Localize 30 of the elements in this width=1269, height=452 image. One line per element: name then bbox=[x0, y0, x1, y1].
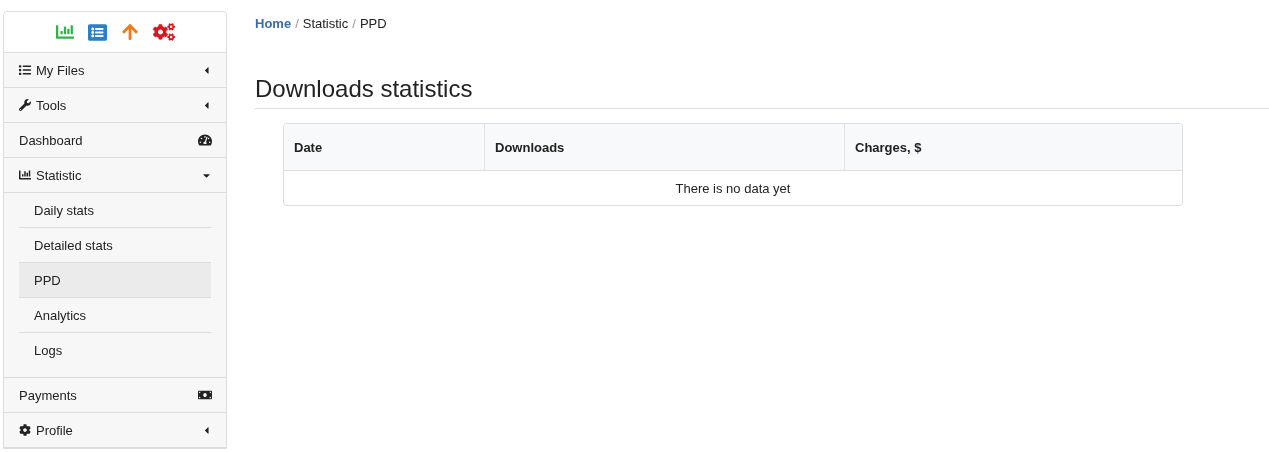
list-icon[interactable] bbox=[87, 22, 107, 42]
gauge-icon bbox=[198, 133, 212, 147]
breadcrumb-item: PPD bbox=[359, 16, 387, 31]
sidebar-item[interactable]: Dashboard bbox=[4, 123, 226, 158]
submenu-item[interactable]: Analytics bbox=[19, 297, 211, 332]
submenu-item[interactable]: Logs bbox=[19, 332, 211, 367]
column-header: Downloads bbox=[484, 124, 844, 170]
column-header: Charges, $ bbox=[844, 124, 1182, 170]
breadcrumb-link[interactable]: Home bbox=[255, 16, 292, 31]
breadcrumb-separator: / bbox=[295, 16, 299, 31]
page-title: Downloads statistics bbox=[255, 75, 1269, 109]
banknote-icon bbox=[198, 388, 212, 402]
bar-chart-icon[interactable] bbox=[55, 23, 74, 41]
breadcrumb-separator: / bbox=[352, 16, 356, 31]
submenu-item[interactable]: PPD bbox=[19, 262, 211, 297]
sidebar-item[interactable]: Payments bbox=[4, 378, 226, 413]
bar-chart-icon bbox=[19, 169, 31, 181]
arrow-up-icon[interactable] bbox=[120, 23, 139, 41]
breadcrumb-item: Statistic bbox=[302, 16, 349, 31]
empty-message: There is no data yet bbox=[674, 179, 792, 198]
sidebar-item[interactable]: Statistic bbox=[4, 158, 226, 193]
list-icon bbox=[19, 64, 31, 76]
gear-icon bbox=[19, 424, 31, 436]
submenu-item[interactable]: Daily stats bbox=[19, 193, 211, 227]
sidebar-item[interactable]: Tools bbox=[4, 88, 226, 123]
sidebar-item[interactable]: Profile bbox=[4, 413, 226, 448]
column-header: Date bbox=[293, 138, 324, 157]
gears-icon[interactable] bbox=[152, 21, 175, 43]
wrench-icon bbox=[19, 99, 31, 111]
sidebar-item[interactable]: My Files bbox=[4, 53, 226, 88]
